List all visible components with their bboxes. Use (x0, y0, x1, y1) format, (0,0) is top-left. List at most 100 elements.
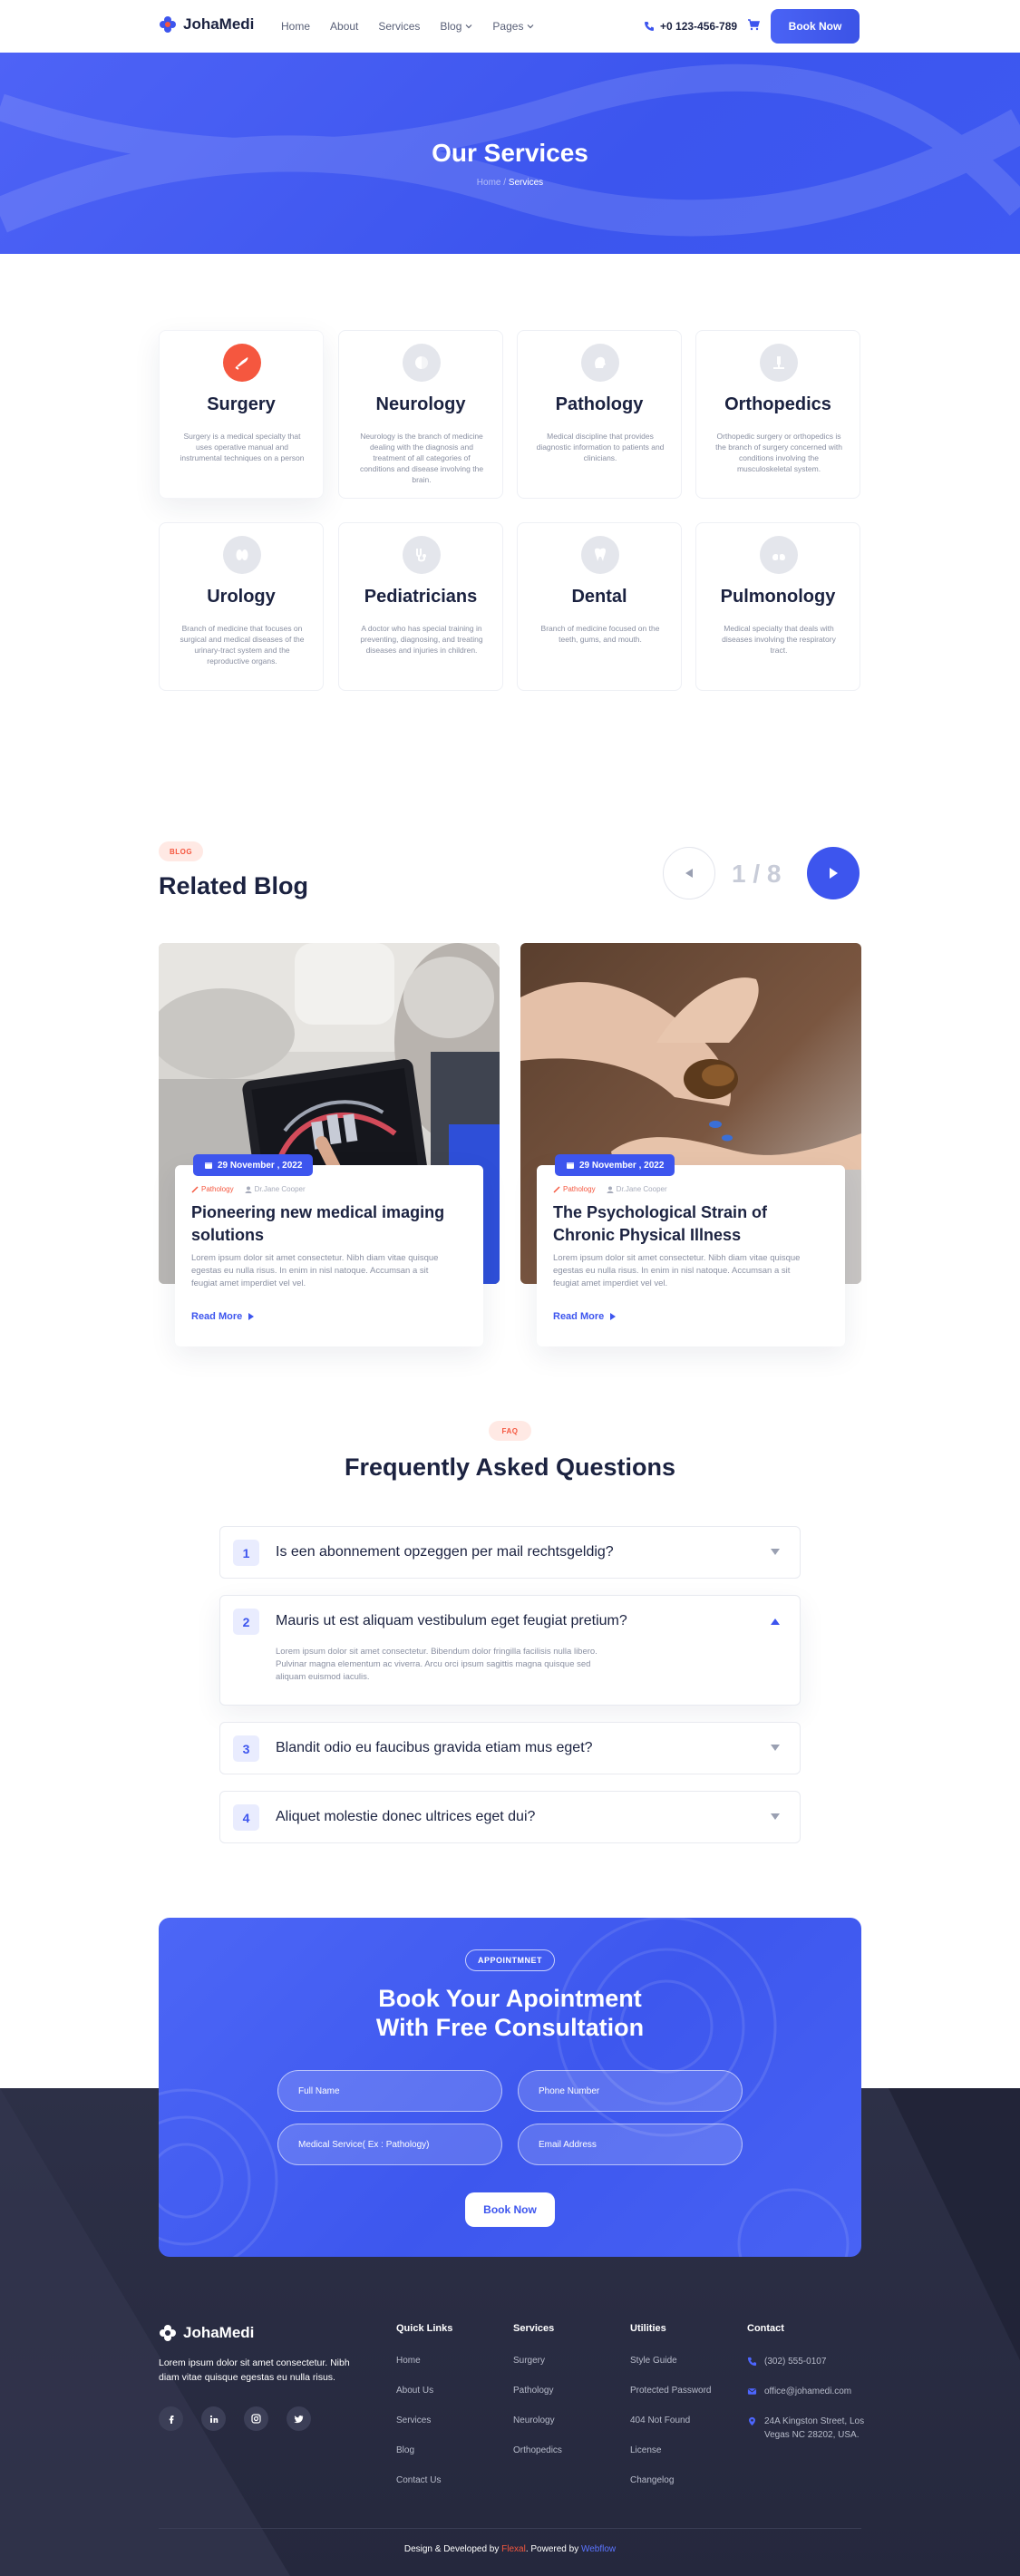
nav-services[interactable]: Services (378, 20, 420, 33)
read-more-link[interactable]: Read More (191, 1311, 255, 1322)
main-nav: Home About Services Blog Pages (281, 20, 534, 33)
blog-next-button[interactable] (807, 847, 860, 899)
instagram-icon[interactable] (244, 2406, 268, 2431)
footer-link-about-us[interactable]: About Us (396, 2386, 433, 2396)
faq-number: 3 (233, 1735, 259, 1762)
medical-service-field[interactable] (277, 2124, 502, 2165)
book-now-button[interactable]: Book Now (771, 9, 860, 44)
footer-link-surgery[interactable]: Surgery (513, 2356, 545, 2366)
brand-name: JohaMedi (183, 15, 255, 33)
twitter-icon[interactable] (287, 2406, 311, 2431)
play-left-icon (685, 869, 693, 878)
facebook-icon[interactable] (159, 2406, 183, 2431)
footer-link-404[interactable]: 404 Not Found (630, 2416, 690, 2425)
footer-link-pathology[interactable]: Pathology (513, 2386, 553, 2396)
brand-logo[interactable]: JohaMedi (159, 15, 254, 34)
post-date: 29 November , 2022 (218, 1160, 303, 1171)
utilities-heading: Utilities (630, 2323, 666, 2334)
nav-home[interactable]: Home (281, 20, 310, 33)
footer-phone[interactable]: (302) 555-0107 (747, 2355, 826, 2368)
post-title[interactable]: Pioneering new medical imaging solutions (191, 1201, 463, 1247)
footer-address-text: 24A Kingston Street, Los Vegas NC 28202,… (764, 2416, 865, 2440)
service-card-pulmonology[interactable]: Pulmonology Medical specialty that deals… (695, 522, 860, 691)
post-category[interactable]: Pathology (553, 1185, 596, 1193)
post-author-name: Dr.Jane Cooper (616, 1185, 667, 1193)
blog-pill: BLOG (159, 841, 204, 861)
service-desc: Medical specialty that deals with diseas… (722, 624, 836, 655)
footer-brand-logo[interactable]: JohaMedi (159, 2324, 254, 2342)
cart-button[interactable] (747, 18, 760, 31)
social-links (159, 2406, 311, 2431)
post-author-name: Dr.Jane Cooper (254, 1185, 306, 1193)
blog-card-2: 29 November , 2022 Pathology Dr.Jane Coo… (537, 1154, 845, 1346)
play-right-icon (248, 1313, 255, 1320)
footer-link-orthopedics[interactable]: Orthopedics (513, 2445, 562, 2455)
linkedin-icon[interactable] (201, 2406, 226, 2431)
copyright-mid: . Powered by (525, 2544, 581, 2554)
read-more-link[interactable]: Read More (553, 1311, 617, 1322)
appointment-book-button[interactable]: Book Now (465, 2192, 555, 2227)
appointment-section: APPOINTMNET Book Your Apointment With Fr… (159, 1918, 861, 2257)
post-category[interactable]: Pathology (191, 1185, 234, 1193)
appointment-title-line2: With Free Consultation (375, 2014, 645, 2041)
user-icon (607, 1186, 614, 1193)
full-name-field[interactable] (277, 2070, 502, 2112)
service-title: Neurology (375, 394, 466, 414)
nav-pages[interactable]: Pages (492, 20, 534, 33)
footer-link-license[interactable]: License (630, 2445, 661, 2455)
service-card-neurology[interactable]: Neurology Neurology is the branch of med… (338, 330, 503, 499)
scalpel-icon (223, 344, 261, 382)
service-card-pathology[interactable]: Pathology Medical discipline that provid… (517, 330, 682, 499)
footer-link-contact-us[interactable]: Contact Us (396, 2475, 441, 2485)
service-desc: Orthopedic surgery or orthopedics is the… (715, 432, 842, 473)
service-card-pediatricians[interactable]: Pediatricians A doctor who has special t… (338, 522, 503, 691)
service-card-dental[interactable]: Dental Branch of medicine focused on the… (517, 522, 682, 691)
nav-blog[interactable]: Blog (440, 20, 472, 33)
faq-question: Mauris ut est aliquam vestibulum eget fe… (276, 1613, 627, 1628)
head-icon (581, 344, 619, 382)
phone-field[interactable] (518, 2070, 743, 2112)
service-desc: Surgery is a medical specialty that uses… (180, 432, 305, 462)
post-meta: Pathology Dr.Jane Cooper (191, 1185, 306, 1193)
date-badge: 29 November , 2022 (555, 1154, 675, 1176)
footer-link-neurology[interactable]: Neurology (513, 2416, 555, 2425)
nav-about[interactable]: About (330, 20, 358, 33)
phone-icon (747, 2357, 757, 2367)
footer-link-blog[interactable]: Blog (396, 2445, 414, 2455)
brain-icon (403, 344, 441, 382)
breadcrumb-home[interactable]: Home (477, 178, 501, 188)
play-right-icon (830, 868, 838, 879)
designer-link[interactable]: Flexal (501, 2544, 526, 2554)
page-hero: Our Services Home / Services (0, 53, 1020, 254)
cart-icon (748, 19, 760, 31)
faq-question: Blandit odio eu faucibus gravida etiam m… (276, 1740, 593, 1755)
post-title[interactable]: The Psychological Strain of Chronic Phys… (553, 1201, 825, 1247)
nav-pages-label: Pages (492, 20, 524, 33)
header-phone[interactable]: +0 123-456-789 (644, 20, 737, 33)
service-desc: Branch of medicine that focuses on surgi… (180, 624, 305, 666)
kidney-icon (223, 536, 261, 574)
service-card-orthopedics[interactable]: Orthopedics Orthopedic surgery or orthop… (695, 330, 860, 499)
footer-link-home[interactable]: Home (396, 2356, 421, 2366)
service-card-surgery[interactable]: Surgery Surgery is a medical specialty t… (159, 330, 324, 499)
quick-links-heading: Quick Links (396, 2323, 453, 2334)
footer-link-style-guide[interactable]: Style Guide (630, 2356, 677, 2366)
faq-item-1[interactable]: 1 Is een abonnement opzeggen per mail re… (219, 1526, 801, 1579)
footer-link-changelog[interactable]: Changelog (630, 2475, 674, 2485)
service-title: Pediatricians (364, 587, 478, 607)
faq-item-2[interactable]: 2 Mauris ut est aliquam vestibulum eget … (219, 1595, 801, 1706)
email-field[interactable] (518, 2124, 743, 2165)
faq-item-3[interactable]: 3 Blandit odio eu faucibus gravida etiam… (219, 1722, 801, 1774)
footer-link-services[interactable]: Services (396, 2416, 431, 2425)
appointment-title: Book Your Apointment With Free Consultat… (159, 1984, 861, 2042)
platform-link[interactable]: Webflow (581, 2544, 616, 2554)
lungs-icon (760, 536, 798, 574)
post-excerpt: Lorem ipsum dolor sit amet consectetur. … (553, 1253, 801, 1288)
footer-email[interactable]: office@johamedi.com (747, 2385, 851, 2398)
service-title: Pulmonology (720, 587, 836, 607)
service-card-urology[interactable]: Urology Branch of medicine that focuses … (159, 522, 324, 691)
faq-item-4[interactable]: 4 Aliquet molestie donec ultrices eget d… (219, 1791, 801, 1843)
faq-number: 2 (233, 1609, 259, 1635)
blog-prev-button[interactable] (663, 847, 715, 899)
footer-link-protected-password[interactable]: Protected Password (630, 2386, 712, 2396)
